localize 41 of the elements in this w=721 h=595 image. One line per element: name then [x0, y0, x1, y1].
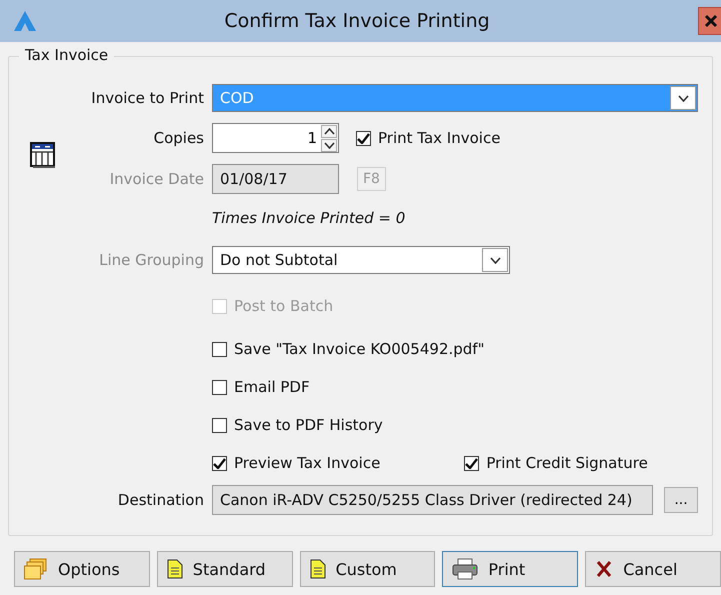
print-button[interactable]: Print	[442, 551, 578, 587]
options-button[interactable]: Options	[14, 551, 150, 587]
close-button[interactable]	[698, 7, 721, 35]
document-icon	[166, 559, 183, 579]
field-label: Invoice to Print	[90, 89, 205, 107]
checkbox[interactable]	[212, 418, 227, 432]
browse-button[interactable]: ...	[664, 487, 698, 513]
checkbox[interactable]	[212, 380, 227, 394]
document-icon	[310, 559, 326, 579]
folders-icon	[24, 558, 48, 580]
field-label: Invoice Date	[108, 170, 205, 188]
dropdown-button[interactable]	[670, 86, 696, 110]
checkbox-label: Save to PDF History	[234, 416, 383, 434]
standard-button[interactable]: Standard	[156, 551, 293, 587]
caret-icon	[678, 94, 688, 102]
checkbox-label: Print Tax Invoice	[378, 129, 500, 147]
printer-icon	[452, 558, 478, 580]
grouping-dropdown[interactable]: Do not Subtotal	[212, 246, 510, 274]
field-label: Destination	[116, 491, 205, 509]
cancel-button[interactable]: Cancel	[585, 551, 721, 587]
calendar-icon[interactable]	[30, 142, 56, 168]
print-count-text: Times Invoice Printed = 0	[212, 209, 406, 227]
checkbox-label: Preview Tax Invoice	[234, 454, 380, 472]
checkbox-label: Post to Batch	[234, 297, 334, 315]
field-label: Line Grouping	[98, 251, 205, 269]
checkbox[interactable]	[356, 130, 371, 146]
caret-icon	[490, 256, 500, 264]
close-icon	[704, 14, 718, 28]
checkbox-label: Print Credit Signature	[486, 454, 648, 472]
cross-icon	[595, 560, 614, 578]
app-logo-icon	[14, 11, 36, 31]
checkbox-label: Email PDF	[234, 378, 310, 396]
window-title: Confirm Tax Invoice Printing	[223, 10, 491, 32]
field-label: Copies	[152, 129, 205, 147]
destination-field[interactable]: Canon iR-ADV C5250/5255 Class Driver (redirected 24)	[212, 485, 653, 515]
dropdown-button[interactable]	[482, 248, 508, 272]
checkbox-label: Save "Tax Invoice KO005492.pdf"	[234, 340, 484, 358]
custom-button[interactable]: Custom	[300, 551, 436, 587]
checkbox[interactable]	[464, 456, 480, 470]
checkbox[interactable]	[212, 456, 227, 470]
checkbox[interactable]	[212, 342, 227, 356]
